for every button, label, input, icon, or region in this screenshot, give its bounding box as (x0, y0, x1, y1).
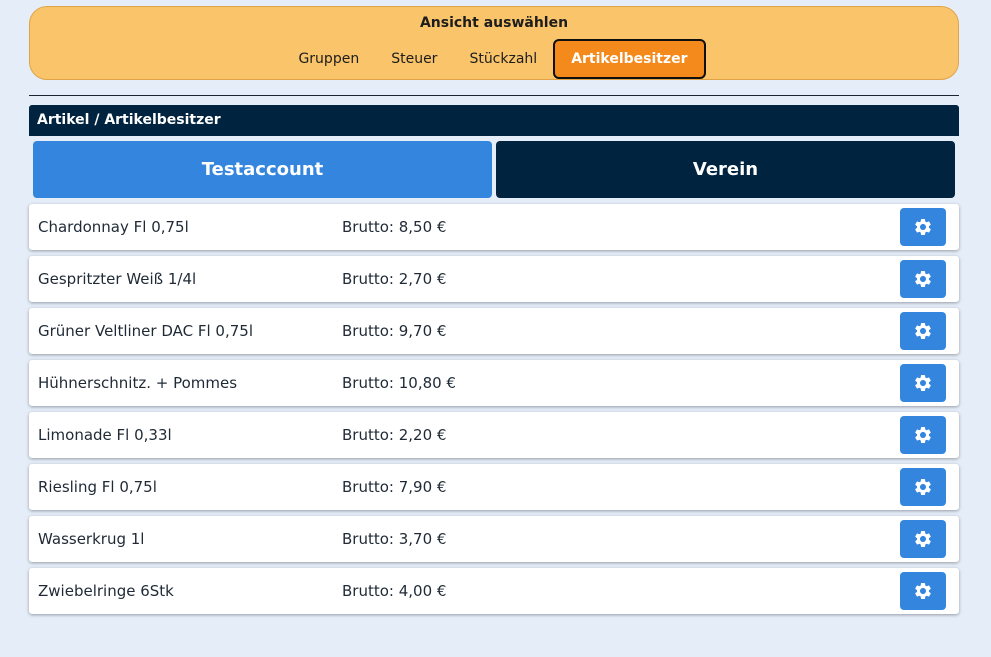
list-item: Chardonnay Fl 0,75l Brutto: 8,50 € (29, 204, 959, 250)
article-list: Chardonnay Fl 0,75l Brutto: 8,50 € Gespr… (29, 204, 959, 620)
settings-button[interactable] (900, 260, 946, 298)
view-tabs: Gruppen Steuer Stückzahl Artikelbesitzer (30, 39, 958, 79)
section-header: Artikel / Artikelbesitzer (29, 105, 959, 136)
gear-icon (915, 219, 931, 235)
article-name: Gespritzter Weiß 1/4l (38, 270, 197, 288)
article-price: Brutto: 3,70 € (342, 530, 447, 548)
gear-icon (915, 375, 931, 391)
article-price: Brutto: 9,70 € (342, 322, 447, 340)
owner-button-testaccount[interactable]: Testaccount (33, 141, 492, 198)
gear-icon (915, 271, 931, 287)
tab-gruppen[interactable]: Gruppen (282, 39, 375, 79)
list-item: Limonade Fl 0,33l Brutto: 2,20 € (29, 412, 959, 458)
tab-steuer[interactable]: Steuer (375, 39, 453, 79)
settings-button[interactable] (900, 520, 946, 558)
article-name: Limonade Fl 0,33l (38, 426, 172, 444)
list-item: Riesling Fl 0,75l Brutto: 7,90 € (29, 464, 959, 510)
settings-button[interactable] (900, 364, 946, 402)
list-item: Wasserkrug 1l Brutto: 3,70 € (29, 516, 959, 562)
article-price: Brutto: 4,00 € (342, 582, 447, 600)
settings-button[interactable] (900, 572, 946, 610)
article-price: Brutto: 2,20 € (342, 426, 447, 444)
view-selector-title: Ansicht auswählen (419, 15, 569, 31)
list-item: Zwiebelringe 6Stk Brutto: 4,00 € (29, 568, 959, 614)
list-item: Hühnerschnitz. + Pommes Brutto: 10,80 € (29, 360, 959, 406)
view-selector-panel: Ansicht auswählen Gruppen Steuer Stückza… (29, 6, 959, 80)
article-price: Brutto: 10,80 € (342, 374, 456, 392)
article-name: Wasserkrug 1l (38, 530, 145, 548)
gear-icon (915, 323, 931, 339)
article-name: Riesling Fl 0,75l (38, 478, 157, 496)
article-price: Brutto: 8,50 € (342, 218, 447, 236)
gear-icon (915, 583, 931, 599)
divider (29, 95, 959, 96)
gear-icon (915, 479, 931, 495)
tab-stueckzahl[interactable]: Stückzahl (453, 39, 553, 79)
article-name: Chardonnay Fl 0,75l (38, 218, 189, 236)
article-name: Grüner Veltliner DAC Fl 0,75l (38, 322, 254, 340)
list-item: Gespritzter Weiß 1/4l Brutto: 2,70 € (29, 256, 959, 302)
article-name: Hühnerschnitz. + Pommes (38, 374, 238, 392)
gear-icon (915, 427, 931, 443)
article-name: Zwiebelringe 6Stk (38, 582, 174, 600)
gear-icon (915, 531, 931, 547)
article-price: Brutto: 7,90 € (342, 478, 447, 496)
settings-button[interactable] (900, 208, 946, 246)
settings-button[interactable] (900, 312, 946, 350)
list-item: Grüner Veltliner DAC Fl 0,75l Brutto: 9,… (29, 308, 959, 354)
tab-artikelbesitzer[interactable]: Artikelbesitzer (553, 39, 706, 79)
owner-button-verein[interactable]: Verein (496, 141, 955, 198)
settings-button[interactable] (900, 468, 946, 506)
article-price: Brutto: 2,70 € (342, 270, 447, 288)
settings-button[interactable] (900, 416, 946, 454)
